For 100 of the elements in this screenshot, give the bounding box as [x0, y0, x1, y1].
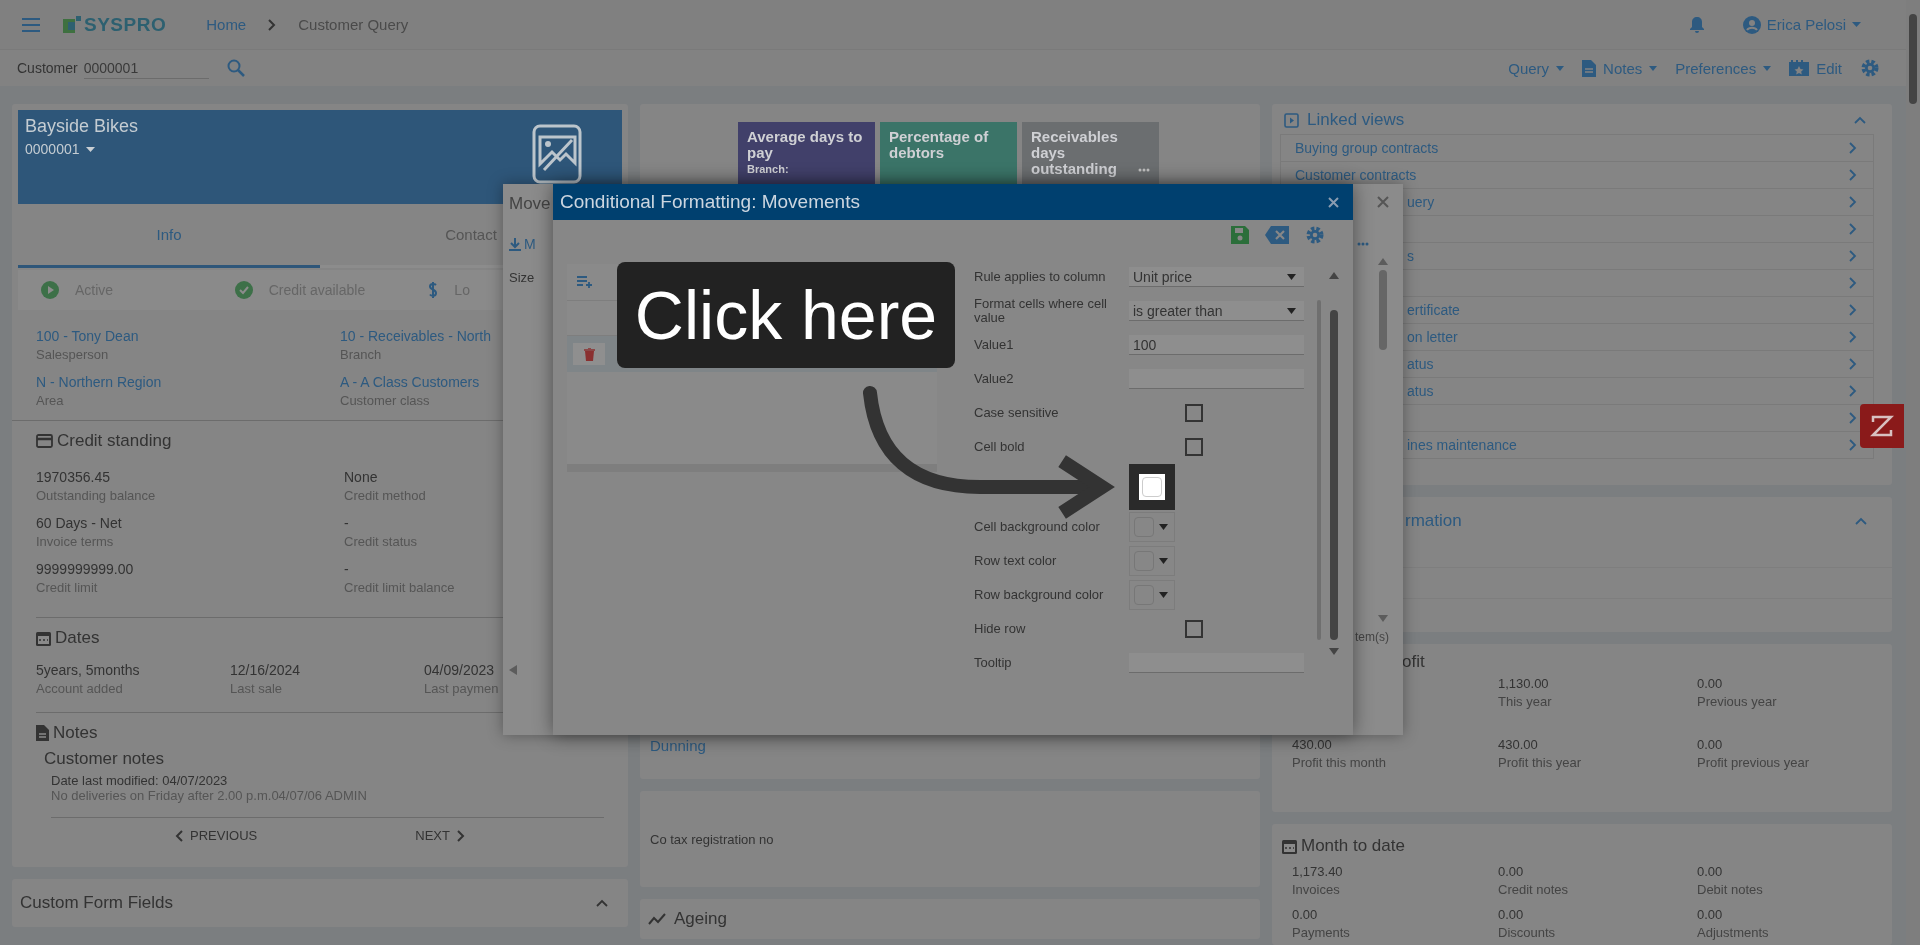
more-icon[interactable]	[1357, 242, 1369, 246]
field-label: Row text color	[974, 552, 1057, 568]
field-label: Rule applies to column	[974, 268, 1106, 284]
caret-icon[interactable]	[1287, 273, 1296, 280]
field-label: Cell bold	[974, 438, 1025, 454]
chevron-right-icon[interactable]	[1849, 250, 1857, 262]
field-value: 0.00	[1292, 907, 1318, 922]
chevron-icon[interactable]	[1854, 116, 1866, 124]
field-label: Adjustments	[1697, 925, 1769, 940]
calendar-icon	[1282, 838, 1297, 854]
input-field[interactable]	[1129, 369, 1304, 389]
field-value: 0.00	[1697, 676, 1723, 691]
color-picker[interactable]	[1129, 512, 1175, 542]
close-icon[interactable]	[1328, 196, 1339, 208]
edit-icon[interactable]	[1789, 60, 1810, 76]
caret-icon[interactable]	[1159, 558, 1168, 564]
add-row-icon[interactable]	[577, 276, 593, 288]
caret-icon[interactable]	[1159, 592, 1168, 598]
document-icon	[36, 725, 49, 741]
field-value: 04/09/2023	[424, 662, 495, 678]
field-label: Case sensitive	[974, 404, 1059, 420]
input-field[interactable]: 100	[1129, 335, 1304, 355]
chevron-right-icon[interactable]	[1849, 169, 1857, 181]
customer-code-dropdown[interactable]: 0000001	[25, 141, 139, 157]
menu-icon[interactable]	[22, 17, 40, 32]
checkbox[interactable]	[1185, 620, 1203, 638]
logo-icon	[63, 15, 81, 34]
document-icon[interactable]	[1582, 59, 1597, 77]
linked-view-item[interactable]: ines maintenance	[1281, 432, 1873, 458]
scroll-left-icon[interactable]	[509, 665, 517, 675]
save-icon[interactable]	[1231, 226, 1249, 244]
field-value: 9999999999.00	[36, 561, 134, 577]
input-field[interactable]	[1129, 653, 1304, 673]
clear-icon[interactable]	[1265, 226, 1289, 244]
floating-action-button[interactable]	[1860, 404, 1904, 448]
column-header: Size	[509, 270, 536, 285]
next-button[interactable]: NEXT	[415, 828, 465, 843]
card-title: ofit	[1402, 652, 1425, 672]
dropdown-field[interactable]: is greater than	[1129, 301, 1304, 321]
chevron-left-icon[interactable]	[175, 829, 184, 842]
field-label: Co tax registration no	[650, 831, 774, 847]
chevron-icon[interactable]	[596, 899, 608, 907]
chevron-right-icon[interactable]	[1849, 358, 1857, 370]
linked-view-item[interactable]: Buying group contracts	[1281, 135, 1873, 162]
credit-card-icon	[36, 434, 53, 448]
chevron-right-icon[interactable]	[1849, 223, 1857, 235]
settings-icon[interactable]	[1860, 58, 1880, 78]
export-button[interactable]: M	[509, 236, 553, 252]
customer-name: Bayside Bikes	[25, 116, 139, 137]
field-link[interactable]: N - Northern Region	[36, 374, 162, 390]
bell-icon[interactable]	[1688, 15, 1705, 34]
customer-field[interactable]: 0000001	[83, 57, 209, 79]
dunning-link[interactable]: Dunning	[640, 737, 706, 754]
section-title: Dates	[55, 628, 100, 648]
field-value: 1,173.40	[1292, 864, 1343, 879]
color-picker[interactable]	[1129, 580, 1175, 610]
checkbox[interactable]	[1185, 438, 1203, 456]
field-value: 1970356.45	[36, 469, 110, 485]
field-link[interactable]: 10 - Receivables - North	[340, 328, 491, 344]
breadcrumb-link[interactable]: Home	[206, 16, 247, 33]
card-title: Month to date	[1301, 836, 1405, 856]
chevron-right-icon[interactable]	[456, 829, 465, 842]
search-icon[interactable]	[226, 59, 245, 77]
edit-button[interactable]: Edit	[1789, 59, 1842, 77]
chevron-right-icon[interactable]	[1849, 304, 1857, 316]
dropdown-field[interactable]: Unit price	[1129, 267, 1304, 287]
delete-button[interactable]	[573, 343, 605, 365]
chevron-right-icon[interactable]	[1849, 385, 1857, 397]
field-value: 0.00	[1697, 864, 1723, 879]
chevron-right-icon[interactable]	[1849, 331, 1857, 343]
chevron-right-icon[interactable]	[1849, 439, 1857, 451]
field-value: 0.00	[1697, 907, 1723, 922]
menu-button[interactable]: Notes	[1582, 59, 1658, 77]
download-icon[interactable]	[509, 237, 521, 251]
settings-icon[interactable]	[1305, 225, 1325, 245]
color-picker[interactable]	[1129, 464, 1175, 510]
chevron-right-icon[interactable]	[1849, 142, 1857, 154]
customer-label: Customer	[17, 60, 78, 76]
user-menu[interactable]: Erica Pelosi	[1742, 15, 1861, 34]
trash-icon[interactable]	[583, 347, 595, 361]
menu-button[interactable]: Preferences	[1675, 59, 1772, 77]
caret-icon[interactable]	[1287, 307, 1296, 314]
chevron-right-icon[interactable]	[1849, 412, 1857, 424]
chevron-icon[interactable]	[1855, 517, 1867, 525]
close-icon[interactable]	[1377, 196, 1389, 208]
field-link[interactable]: 100 - Tony Dean	[36, 328, 139, 344]
chevron-right-icon	[268, 18, 277, 31]
chevron-right-icon[interactable]	[1849, 196, 1857, 208]
field-label: Value2	[974, 370, 1014, 386]
field-link[interactable]: A - A Class Customers	[340, 374, 480, 390]
more-icon[interactable]	[1138, 168, 1150, 172]
play-square-icon	[1284, 112, 1299, 128]
caret-icon[interactable]	[1159, 524, 1168, 530]
previous-button[interactable]: PREVIOUS	[175, 828, 258, 843]
caret-icon[interactable]	[85, 146, 95, 152]
menu-button[interactable]: Query	[1508, 59, 1565, 77]
checkbox[interactable]	[1185, 404, 1203, 422]
user-icon[interactable]	[1742, 15, 1761, 34]
chevron-right-icon[interactable]	[1849, 277, 1857, 289]
color-picker[interactable]	[1129, 546, 1175, 576]
